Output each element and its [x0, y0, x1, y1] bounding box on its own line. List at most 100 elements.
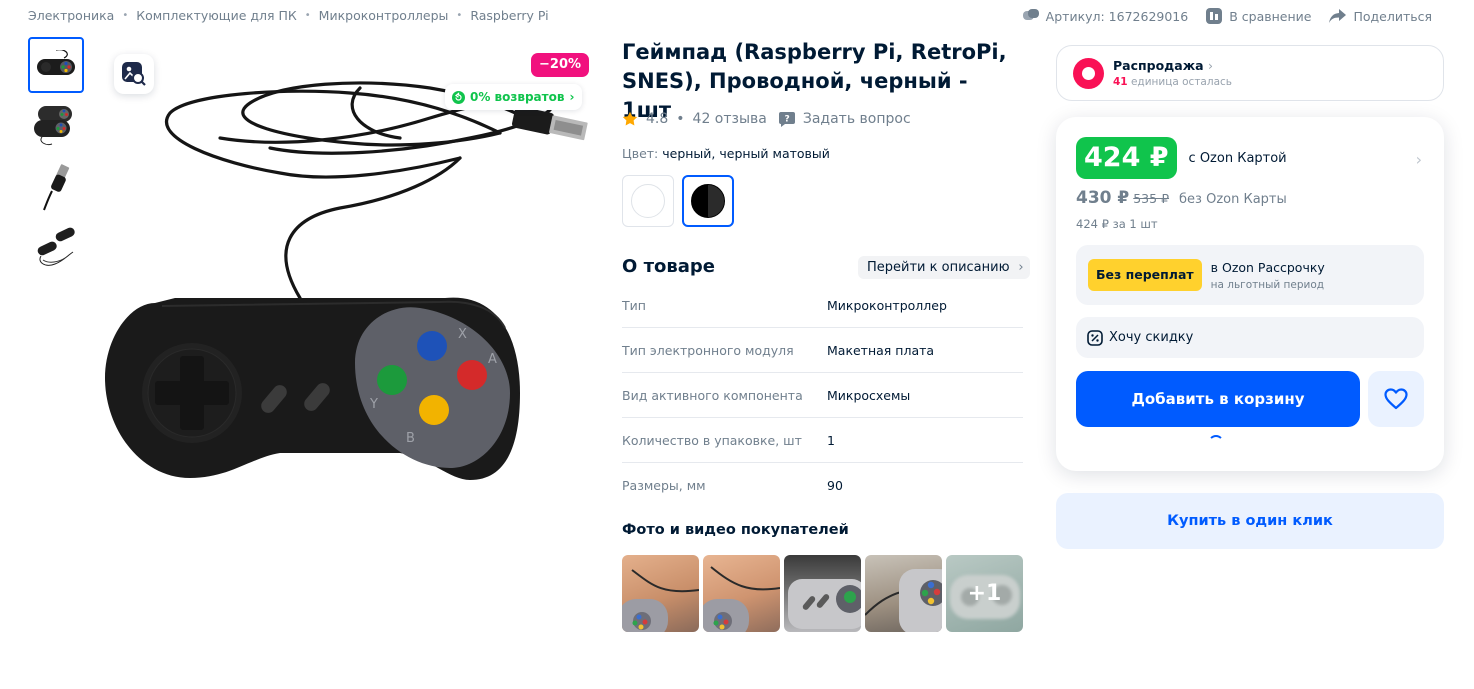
specs-table: Тип Микроконтроллер Тип электронного мод… [622, 283, 1023, 508]
per-unit-price: 424 ₽ за 1 шт [1076, 217, 1158, 231]
spec-key: Тип [622, 297, 646, 313]
swatch-white[interactable] [622, 175, 674, 227]
gamepad-pair-thumb-image [34, 106, 72, 145]
goto-description-button[interactable]: Перейти к описанию › [858, 256, 1030, 279]
spec-row: Тип электронного модуля Макетная плата [622, 328, 1023, 373]
returns-icon [452, 90, 465, 104]
customer-media-list: +1 [622, 555, 1023, 632]
rating-row: 4.8 • 42 отзыва ? Задать вопрос [622, 111, 911, 127]
image-search-button[interactable] [114, 54, 154, 94]
main-product-image[interactable]: X A Y B [100, 48, 590, 498]
share-label: Поделиться [1353, 8, 1432, 24]
spec-key: Тип электронного модуля [622, 342, 794, 358]
spec-value: Макетная плата [827, 342, 935, 358]
customer-photo-image [788, 579, 861, 629]
thumbnail-gamepad-cable[interactable] [28, 220, 84, 276]
customer-photo-image [865, 569, 942, 632]
spec-row: Количество в упаковке, шт 1 [622, 418, 1023, 463]
gamepad-image: X A Y B [105, 81, 588, 480]
color-value: черный, черный матовый [662, 146, 830, 161]
installment-offer[interactable]: Без переплат в Ozon Рассрочку на льготны… [1076, 245, 1424, 305]
customer-media-title: Фото и видео покупателей [622, 522, 849, 538]
returns-badge[interactable]: 0% возвратов › [445, 84, 583, 110]
installment-subtitle: на льготный период [1210, 278, 1325, 291]
thumbnail-gamepad-front[interactable] [28, 37, 84, 93]
svg-text:?: ? [784, 114, 789, 124]
rating-value: 4.8 [646, 111, 669, 127]
sale-count: 41 [1113, 76, 1128, 88]
want-discount-button[interactable]: Хочу скидку [1076, 317, 1424, 358]
breadcrumb-electronics[interactable]: Электроника [28, 8, 114, 23]
chevron-right-icon: › [569, 90, 575, 104]
chevron-right-icon: › [1018, 260, 1024, 275]
loading-spinner-icon [1208, 435, 1224, 451]
customer-photo-image [622, 569, 699, 632]
swatch-black-matte[interactable] [682, 175, 734, 227]
thumbnail-usb-plug[interactable] [28, 159, 84, 215]
breadcrumb-separator: • [456, 10, 463, 21]
svg-text:B: B [406, 431, 415, 446]
spec-row: Тип Микроконтроллер [622, 283, 1023, 328]
spec-row: Размеры, мм 90 [622, 463, 1023, 508]
chevron-right-icon: › [1207, 58, 1213, 73]
rating-separator: • [676, 111, 685, 127]
svg-text:A: A [488, 352, 497, 367]
article-copy[interactable]: Артикул: 1672629016 [1022, 8, 1189, 24]
spec-row: Вид активного компонента Микросхемы [622, 373, 1023, 418]
discount-badge: −20% [531, 53, 590, 77]
about-title: О товаре [622, 256, 715, 277]
share-button[interactable]: Поделиться [1329, 9, 1432, 24]
buy-one-click-button[interactable]: Купить в один клик [1056, 493, 1444, 549]
favorite-button[interactable] [1368, 371, 1424, 427]
more-media-count: +1 [967, 581, 1002, 606]
share-icon [1329, 9, 1347, 23]
gamepad-thumb-image [37, 50, 75, 75]
breadcrumb-separator: • [304, 10, 311, 21]
image-search-icon [122, 62, 146, 86]
ozon-card-price-row[interactable]: 424 ₽ с Ozon Картой [1076, 137, 1287, 179]
gamepad-cable-thumb-image [37, 227, 75, 266]
breadcrumb-separator: • [122, 10, 129, 21]
question-chat-icon: ? [778, 111, 795, 127]
breadcrumb: Электроника • Комплектующие для ПК • Мик… [28, 8, 549, 23]
ozon-card-label: с Ozon Картой [1188, 150, 1287, 166]
sale-card[interactable]: Распродажа › 41 единица осталась [1056, 45, 1444, 101]
thumbnail-gamepad-pair[interactable] [28, 98, 84, 154]
compare-label: В сравнение [1229, 8, 1312, 24]
customer-photo-more[interactable]: +1 [946, 555, 1023, 632]
rating-link[interactable]: 4.8 • 42 отзыва [622, 111, 767, 127]
ask-question-label: Задать вопрос [802, 111, 911, 127]
svg-text:X: X [458, 327, 467, 342]
returns-label: 0% возвратов [470, 90, 565, 104]
article-number: Артикул: 1672629016 [1045, 8, 1189, 24]
color-label: Цвет: [622, 146, 659, 161]
thumbnail-list [28, 37, 84, 281]
chevron-right-icon[interactable]: › [1416, 150, 1422, 169]
spec-value: Микросхемы [827, 387, 911, 403]
spec-value: 1 [827, 432, 835, 448]
white-circle-icon [631, 184, 665, 218]
sale-remaining-row: 41 единица осталась [1113, 76, 1232, 88]
customer-photo[interactable] [703, 555, 780, 632]
breadcrumb-pc-components[interactable]: Комплектующие для ПК [136, 8, 297, 23]
customer-photo[interactable] [622, 555, 699, 632]
add-to-cart-button[interactable]: Добавить в корзину [1076, 371, 1360, 427]
reviews-count: 42 отзыва [692, 111, 767, 127]
regular-price: 430 ₽ [1076, 188, 1130, 208]
color-swatches [622, 175, 734, 227]
installment-title: в Ozon Рассрочку [1210, 259, 1325, 275]
star-icon [622, 111, 638, 126]
installment-badge: Без переплат [1088, 259, 1202, 291]
compare-button[interactable]: В сравнение [1206, 8, 1311, 24]
usb-plug-thumb-image [43, 164, 70, 211]
breadcrumb-microcontrollers[interactable]: Микроконтроллеры [319, 8, 449, 23]
price-card: 424 ₽ с Ozon Картой › 430 ₽ 535 ₽ без Oz… [1056, 117, 1444, 471]
customer-photo[interactable] [865, 555, 942, 632]
customer-photo[interactable] [784, 555, 861, 632]
breadcrumb-raspberry-pi[interactable]: Raspberry Pi [470, 8, 548, 23]
sale-title-row: Распродажа › [1113, 58, 1232, 73]
heart-icon [1384, 388, 1408, 410]
ask-question-button[interactable]: ? Задать вопрос [778, 111, 911, 127]
old-price: 535 ₽ [1133, 191, 1170, 206]
compare-icon [1206, 8, 1223, 24]
